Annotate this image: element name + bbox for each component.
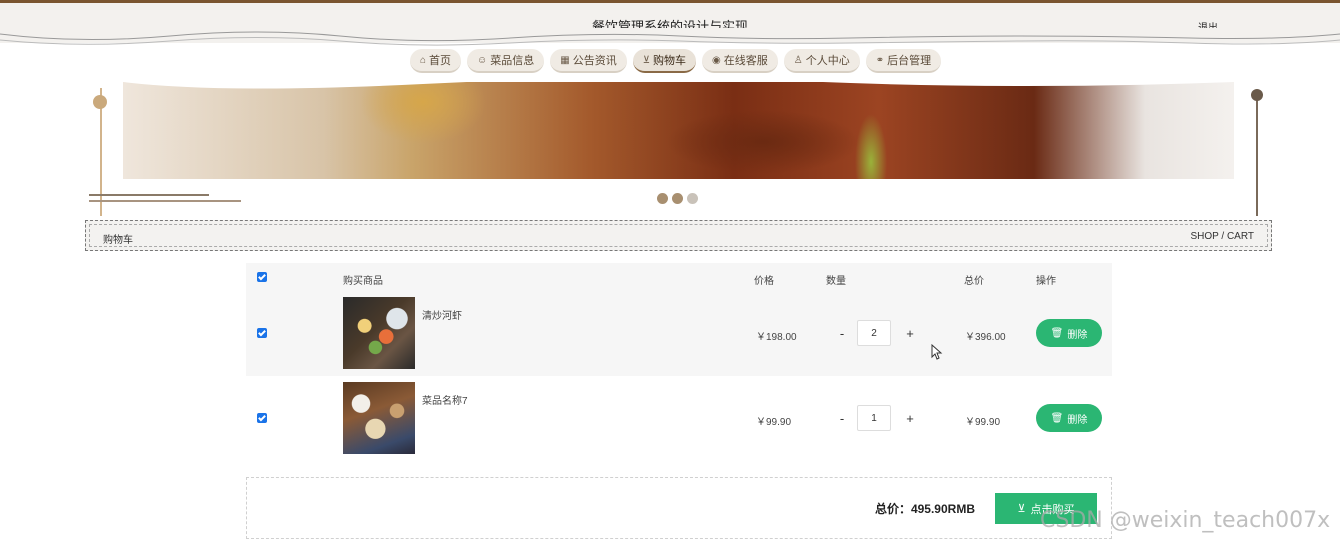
header-quantity: 数量 xyxy=(826,276,846,287)
quantity-minus-button[interactable]: - xyxy=(835,411,849,426)
breadcrumb-subtitle: SHOP / CART xyxy=(1190,231,1254,242)
select-all-checkbox[interactable] xyxy=(257,272,267,282)
nav-item-label: 个人中心 xyxy=(805,55,850,67)
quantity-input[interactable] xyxy=(857,320,891,346)
nav-item-2[interactable]: ▦ 公告资讯 xyxy=(550,49,627,73)
delete-label: 删除 xyxy=(1067,329,1088,341)
total-price: 总价：495.90RMB xyxy=(874,502,975,516)
quantity-minus-button[interactable]: - xyxy=(835,326,849,341)
delete-button[interactable]: 🗑 删除 xyxy=(1036,404,1102,432)
nav-item-0[interactable]: ⌂ 首页 xyxy=(410,49,462,73)
banner-top-wave xyxy=(123,76,1234,89)
chat-icon: ◉ xyxy=(712,54,721,66)
banner-carousel[interactable] xyxy=(123,82,1234,179)
nav-item-5[interactable]: ♙ 个人中心 xyxy=(783,49,860,73)
notice-icon: ▦ xyxy=(560,54,570,66)
breadcrumb-inner-border xyxy=(89,224,1268,247)
breadcrumb: 购物车 SHOP / CART xyxy=(85,220,1272,251)
nav-item-label: 后台管理 xyxy=(887,55,932,67)
home-icon: ⌂ xyxy=(420,54,427,66)
cart-icon: ⊻ xyxy=(1017,503,1026,515)
trash-icon: 🗑 xyxy=(1050,327,1064,339)
nav-item-3[interactable]: ⊻ 购物车 xyxy=(632,49,697,73)
decor-right-vertical-line xyxy=(1256,90,1258,216)
main-nav: ⌂ 首页 ☺ 菜品信息 ▦ 公告资讯 ⊻ 购物车 ◉ 在线客服 ♙ 个人中心 ⚭ 后台管理 xyxy=(410,49,942,75)
cart-table: 购买商品 价格 数量 总价 操作 清炒河虾 ￥198.00 - + ￥396.0… xyxy=(246,263,1112,461)
product-name[interactable]: 菜品名称7 xyxy=(422,392,468,407)
cart-header-row: 购买商品 价格 数量 总价 操作 xyxy=(246,263,1112,291)
product-image[interactable] xyxy=(343,382,415,454)
header-total: 总价 xyxy=(964,276,984,287)
nav-item-label: 首页 xyxy=(429,55,452,67)
nav-item-4[interactable]: ◉ 在线客服 xyxy=(702,49,778,73)
item-total: ￥396.00 xyxy=(965,332,1006,343)
decor-right-dot xyxy=(1251,89,1263,101)
product-price: ￥99.90 xyxy=(756,417,792,428)
nav-item-1[interactable]: ☺ 菜品信息 xyxy=(467,49,545,73)
breadcrumb-title: 购物车 xyxy=(103,235,133,246)
decor-left-dot xyxy=(93,95,107,109)
dish-icon: ☺ xyxy=(477,54,488,66)
cart-icon: ⊻ xyxy=(642,54,651,66)
quantity-plus-button[interactable]: + xyxy=(903,326,917,341)
product-image[interactable] xyxy=(343,297,415,369)
header-price: 价格 xyxy=(754,276,774,287)
header-product: 购买商品 xyxy=(343,276,383,287)
product-price: ￥198.00 xyxy=(756,332,797,343)
quantity-input[interactable] xyxy=(857,405,891,431)
item-checkbox[interactable] xyxy=(257,328,267,338)
nav-item-label: 在线客服 xyxy=(723,55,768,67)
item-checkbox[interactable] xyxy=(257,413,267,423)
nav-item-label: 购物车 xyxy=(653,55,687,67)
product-name[interactable]: 清炒河虾 xyxy=(422,307,462,322)
decor-left-line-1 xyxy=(89,194,209,196)
nav-item-label: 公告资讯 xyxy=(572,55,617,67)
quantity-plus-button[interactable]: + xyxy=(903,411,917,426)
header-action: 操作 xyxy=(1036,276,1056,287)
item-total: ￥99.90 xyxy=(965,417,1001,428)
carousel-dot[interactable] xyxy=(687,193,698,204)
table-row: 菜品名称7 ￥99.90 - + ￥99.90 🗑 删除 xyxy=(246,376,1112,461)
decor-left-line-2 xyxy=(89,200,241,202)
nav-item-label: 菜品信息 xyxy=(490,55,535,67)
trash-icon: 🗑 xyxy=(1050,412,1064,424)
delete-label: 删除 xyxy=(1067,414,1088,426)
banner-food-image xyxy=(123,82,1234,179)
header-wave-divider xyxy=(0,28,1340,46)
carousel-dot[interactable] xyxy=(657,193,668,204)
cart-summary: 总价：495.90RMB ⊻ 点击购买 xyxy=(246,477,1112,539)
nav-item-6[interactable]: ⚭ 后台管理 xyxy=(865,49,942,73)
table-row: 清炒河虾 ￥198.00 - + ￥396.00 🗑 删除 xyxy=(246,291,1112,376)
user-icon: ♙ xyxy=(793,54,803,66)
mouse-cursor-icon xyxy=(931,344,943,360)
carousel-dot[interactable] xyxy=(672,193,683,204)
watermark: CSDN @weixin_teach007x xyxy=(1040,508,1331,533)
link-icon: ⚭ xyxy=(875,54,885,66)
carousel-indicators xyxy=(657,193,698,204)
delete-button[interactable]: 🗑 删除 xyxy=(1036,319,1102,347)
